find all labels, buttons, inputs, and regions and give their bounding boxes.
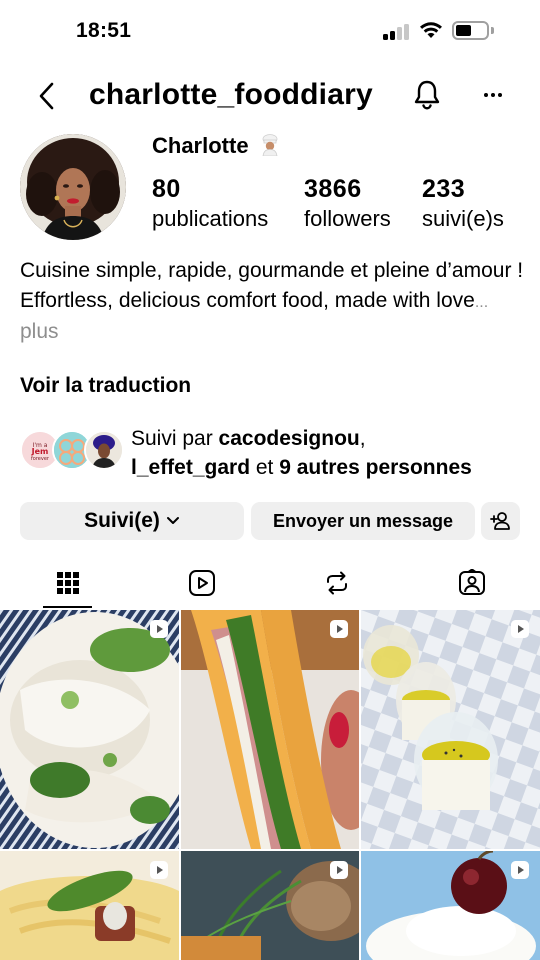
mutual-followers-avatars[interactable]: I'm a Jem forever [20,430,124,472]
post-thumbnail[interactable] [181,610,359,849]
mutual-user-2[interactable]: l_effet_gard [131,456,250,479]
post-thumbnail[interactable] [181,851,359,960]
mutual-user-1[interactable]: cacodesignou [219,427,360,450]
profile-tabs [0,558,540,610]
battery-cap [491,27,494,34]
stat-posts-label: publications [152,206,269,231]
sandwich-photo [181,610,359,849]
stat-followers-value: 3866 [304,175,362,203]
tab-tagged[interactable] [447,558,497,608]
tab-reposts[interactable] [312,558,362,608]
profile-username: charlotte_fooddiary [89,78,373,111]
reel-badge-icon [150,861,168,879]
bio-ellipsis: ... [474,293,489,311]
bio-line-1: Cuisine simple, rapide, gourmande et ple… [20,259,524,282]
stat-followers[interactable]: 3866 followers [304,175,391,232]
verrines-photo [361,610,540,849]
chevron-left-icon [39,82,54,110]
avatar-photo [20,134,126,240]
more-dot-icon [484,93,488,97]
svg-text:forever: forever [31,456,50,462]
display-name-text: Charlotte [152,133,249,158]
followed-sep: , [359,427,366,450]
profile-bio: Cuisine simple, rapide, gourmande et ple… [20,256,525,347]
post-thumbnail[interactable] [361,610,540,849]
suggested-users-button[interactable] [481,502,520,540]
bell-icon [414,80,440,110]
battery-icon [452,21,489,40]
stat-followers-label: followers [304,206,391,231]
portrait-photo [86,432,122,468]
more-dot-icon [498,93,502,97]
tab-reels[interactable] [177,558,227,608]
post-thumbnail[interactable] [0,610,179,849]
profile-avatar[interactable] [20,134,126,240]
reels-play-icon [189,570,215,596]
following-button[interactable]: Suivi(e) [20,502,244,540]
profile-header: charlotte_fooddiary [0,70,540,122]
stat-following[interactable]: 233 suivi(e)s [422,175,504,232]
see-translation-link[interactable]: Voir la traduction [20,374,191,398]
mutual-avatar-3 [84,430,124,470]
bio-more-link[interactable]: plus [20,320,59,343]
reel-badge-icon [511,861,529,879]
wifi-icon [420,22,442,38]
reel-badge-icon [511,620,529,638]
tagged-person-icon [459,569,485,595]
reel-badge-icon [330,861,348,879]
more-dot-icon [491,93,495,97]
post-thumbnail[interactable] [361,851,540,960]
reel-badge-icon [330,620,348,638]
following-button-label: Suivi(e) [84,509,160,532]
chevron-down-icon [166,517,179,524]
send-message-label: Envoyer un message [272,510,454,531]
bio-line-2: Effortless, delicious comfort food, made… [20,288,475,312]
stat-following-value: 233 [422,175,466,203]
mutual-others[interactable]: 9 autres personnes [279,456,472,479]
display-name: Charlotte [152,133,281,159]
send-message-button[interactable]: Envoyer un message [251,502,475,540]
stat-posts[interactable]: 80 publications [152,175,268,232]
post-thumbnail[interactable] [0,851,179,960]
followed-prefix: Suivi par [131,427,219,450]
active-tab-indicator [43,606,92,608]
add-user-icon [489,512,510,530]
status-bar: 18:51 [0,0,540,62]
status-time: 18:51 [76,19,132,42]
tab-grid[interactable] [43,558,93,608]
chef-emoji-icon [262,134,278,156]
reel-badge-icon [150,620,168,638]
followed-mid: et [250,456,280,479]
repost-icon [327,571,347,595]
stat-following-label: suivi(e)s [422,206,504,231]
fish-dish-photo [0,610,179,849]
more-options-button[interactable] [478,82,508,108]
cellular-signal-icon [383,23,411,40]
stat-posts-value: 80 [152,175,181,203]
back-button[interactable] [33,80,61,112]
svg-text:Jem: Jem [31,447,49,456]
posts-grid [0,610,540,960]
notifications-button[interactable] [411,78,443,112]
grid-icon [57,572,79,594]
mutual-followers-text[interactable]: Suivi par cacodesignou, l_effet_gard et … [131,424,531,482]
